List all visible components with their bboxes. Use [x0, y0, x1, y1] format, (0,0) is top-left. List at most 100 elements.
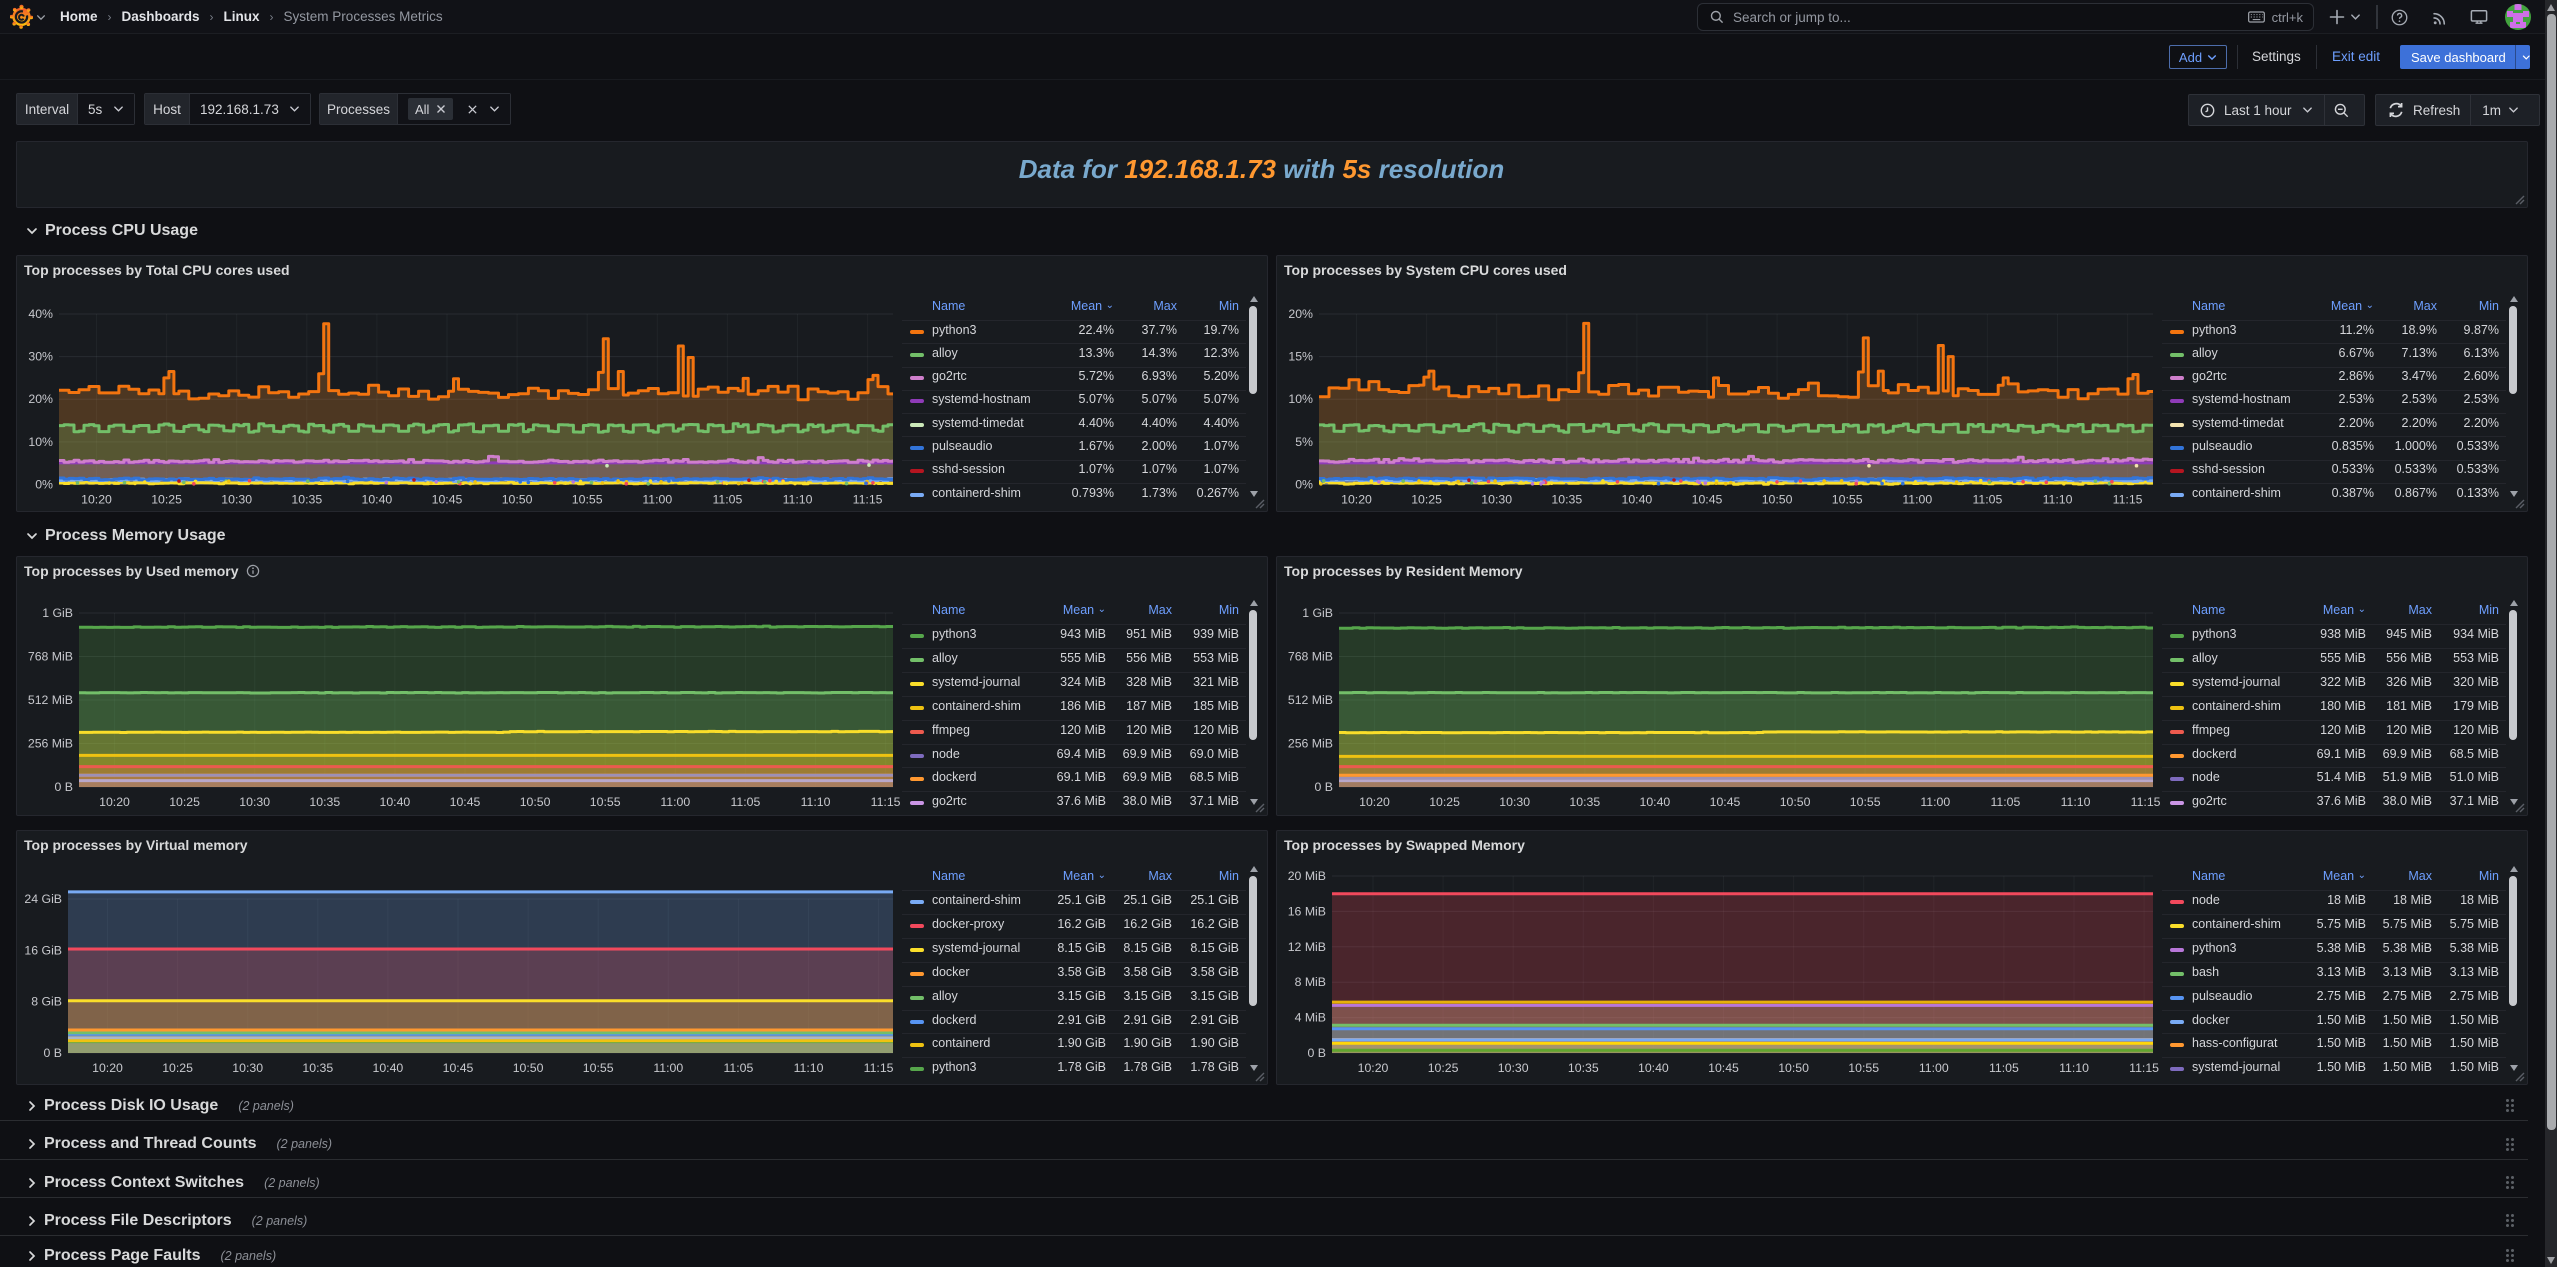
svg-text:11:00: 11:00 — [642, 493, 672, 507]
svg-text:256 MiB: 256 MiB — [28, 737, 73, 751]
svg-text:11:10: 11:10 — [794, 1061, 824, 1075]
svg-text:11:00: 11:00 — [653, 1061, 683, 1075]
svg-text:30%: 30% — [28, 350, 53, 364]
svg-text:10:45: 10:45 — [443, 1061, 474, 1075]
svg-text:11:15: 11:15 — [853, 493, 883, 507]
svg-text:10:50: 10:50 — [502, 493, 533, 507]
svg-text:0 B: 0 B — [1308, 1046, 1326, 1060]
svg-text:10:30: 10:30 — [1498, 1061, 1529, 1075]
svg-text:10:55: 10:55 — [590, 795, 621, 809]
svg-text:10:55: 10:55 — [1832, 493, 1863, 507]
svg-text:10:30: 10:30 — [239, 795, 270, 809]
svg-text:10:45: 10:45 — [1710, 795, 1741, 809]
svg-text:10:50: 10:50 — [1778, 1061, 1809, 1075]
svg-text:10:20: 10:20 — [1358, 1061, 1389, 1075]
svg-text:11:10: 11:10 — [2059, 1061, 2089, 1075]
svg-text:512 MiB: 512 MiB — [1288, 693, 1333, 707]
svg-text:10:25: 10:25 — [1411, 493, 1442, 507]
svg-text:4 MiB: 4 MiB — [1295, 1011, 1326, 1025]
svg-text:768 MiB: 768 MiB — [28, 650, 73, 664]
svg-text:11:00: 11:00 — [1919, 1061, 1949, 1075]
svg-text:10:35: 10:35 — [1568, 1061, 1599, 1075]
svg-text:20 MiB: 20 MiB — [1288, 869, 1326, 883]
svg-text:11:05: 11:05 — [1990, 795, 2020, 809]
svg-text:10:35: 10:35 — [1551, 493, 1582, 507]
svg-text:10:45: 10:45 — [1708, 1061, 1739, 1075]
svg-text:11:00: 11:00 — [660, 795, 690, 809]
svg-text:11:05: 11:05 — [1989, 1061, 2019, 1075]
svg-text:10:25: 10:25 — [151, 493, 182, 507]
svg-text:10:25: 10:25 — [1429, 795, 1460, 809]
svg-text:10:55: 10:55 — [1850, 795, 1881, 809]
svg-text:5%: 5% — [1295, 435, 1313, 449]
svg-text:10:50: 10:50 — [1780, 795, 1811, 809]
svg-text:10%: 10% — [28, 435, 53, 449]
svg-text:10:25: 10:25 — [169, 795, 200, 809]
svg-text:11:00: 11:00 — [1902, 493, 1932, 507]
svg-text:8 GiB: 8 GiB — [31, 995, 62, 1009]
svg-text:11:05: 11:05 — [730, 795, 760, 809]
svg-text:8 MiB: 8 MiB — [1295, 975, 1326, 989]
svg-text:10:35: 10:35 — [291, 493, 322, 507]
svg-text:10%: 10% — [1288, 392, 1313, 406]
svg-text:10:25: 10:25 — [162, 1061, 193, 1075]
svg-text:10:45: 10:45 — [450, 795, 481, 809]
svg-text:10:20: 10:20 — [1341, 493, 1372, 507]
svg-text:16 MiB: 16 MiB — [1288, 904, 1326, 918]
svg-text:10:40: 10:40 — [1640, 795, 1671, 809]
svg-text:11:10: 11:10 — [2043, 493, 2073, 507]
svg-text:10:20: 10:20 — [99, 795, 130, 809]
svg-text:20%: 20% — [1288, 307, 1313, 321]
svg-text:10:20: 10:20 — [81, 493, 112, 507]
svg-text:512 MiB: 512 MiB — [28, 693, 73, 707]
svg-text:768 MiB: 768 MiB — [1288, 650, 1333, 664]
svg-text:11:15: 11:15 — [2129, 1061, 2159, 1075]
svg-text:10:40: 10:40 — [362, 493, 393, 507]
svg-text:10:50: 10:50 — [513, 1061, 544, 1075]
svg-text:40%: 40% — [28, 307, 53, 321]
svg-text:11:05: 11:05 — [1972, 493, 2002, 507]
svg-text:10:45: 10:45 — [1692, 493, 1723, 507]
svg-text:11:15: 11:15 — [2113, 493, 2143, 507]
svg-text:1 GiB: 1 GiB — [42, 606, 73, 620]
svg-text:10:50: 10:50 — [1762, 493, 1793, 507]
svg-text:10:35: 10:35 — [302, 1061, 333, 1075]
svg-text:11:05: 11:05 — [723, 1061, 753, 1075]
svg-text:10:35: 10:35 — [309, 795, 340, 809]
svg-text:10:55: 10:55 — [583, 1061, 614, 1075]
svg-text:10:40: 10:40 — [1622, 493, 1653, 507]
svg-text:16 GiB: 16 GiB — [24, 943, 62, 957]
svg-text:10:30: 10:30 — [221, 493, 252, 507]
svg-text:1 GiB: 1 GiB — [1302, 606, 1333, 620]
svg-text:10:55: 10:55 — [572, 493, 603, 507]
svg-text:20%: 20% — [28, 392, 53, 406]
svg-text:11:05: 11:05 — [712, 493, 742, 507]
svg-text:256 MiB: 256 MiB — [1288, 737, 1333, 751]
svg-text:11:00: 11:00 — [1920, 795, 1950, 809]
svg-text:10:25: 10:25 — [1428, 1061, 1459, 1075]
svg-text:10:20: 10:20 — [1359, 795, 1390, 809]
svg-text:10:30: 10:30 — [1481, 493, 1512, 507]
svg-text:11:10: 11:10 — [2061, 795, 2091, 809]
svg-text:10:35: 10:35 — [1569, 795, 1600, 809]
svg-text:0 B: 0 B — [44, 1046, 62, 1060]
svg-text:10:40: 10:40 — [373, 1061, 404, 1075]
svg-text:0%: 0% — [1295, 478, 1313, 492]
svg-text:11:15: 11:15 — [871, 795, 901, 809]
svg-text:10:30: 10:30 — [232, 1061, 263, 1075]
svg-text:10:40: 10:40 — [1638, 1061, 1669, 1075]
svg-text:0 B: 0 B — [55, 780, 73, 794]
svg-text:0 B: 0 B — [1315, 780, 1333, 794]
svg-text:10:40: 10:40 — [380, 795, 411, 809]
svg-text:11:15: 11:15 — [2131, 795, 2161, 809]
svg-text:10:30: 10:30 — [1499, 795, 1530, 809]
svg-text:10:45: 10:45 — [432, 493, 463, 507]
svg-text:10:55: 10:55 — [1848, 1061, 1879, 1075]
svg-text:10:20: 10:20 — [92, 1061, 123, 1075]
svg-text:10:50: 10:50 — [520, 795, 551, 809]
svg-text:11:10: 11:10 — [801, 795, 831, 809]
svg-text:15%: 15% — [1288, 350, 1313, 364]
svg-text:12 MiB: 12 MiB — [1288, 940, 1326, 954]
svg-text:24 GiB: 24 GiB — [24, 892, 62, 906]
svg-text:11:15: 11:15 — [864, 1061, 894, 1075]
